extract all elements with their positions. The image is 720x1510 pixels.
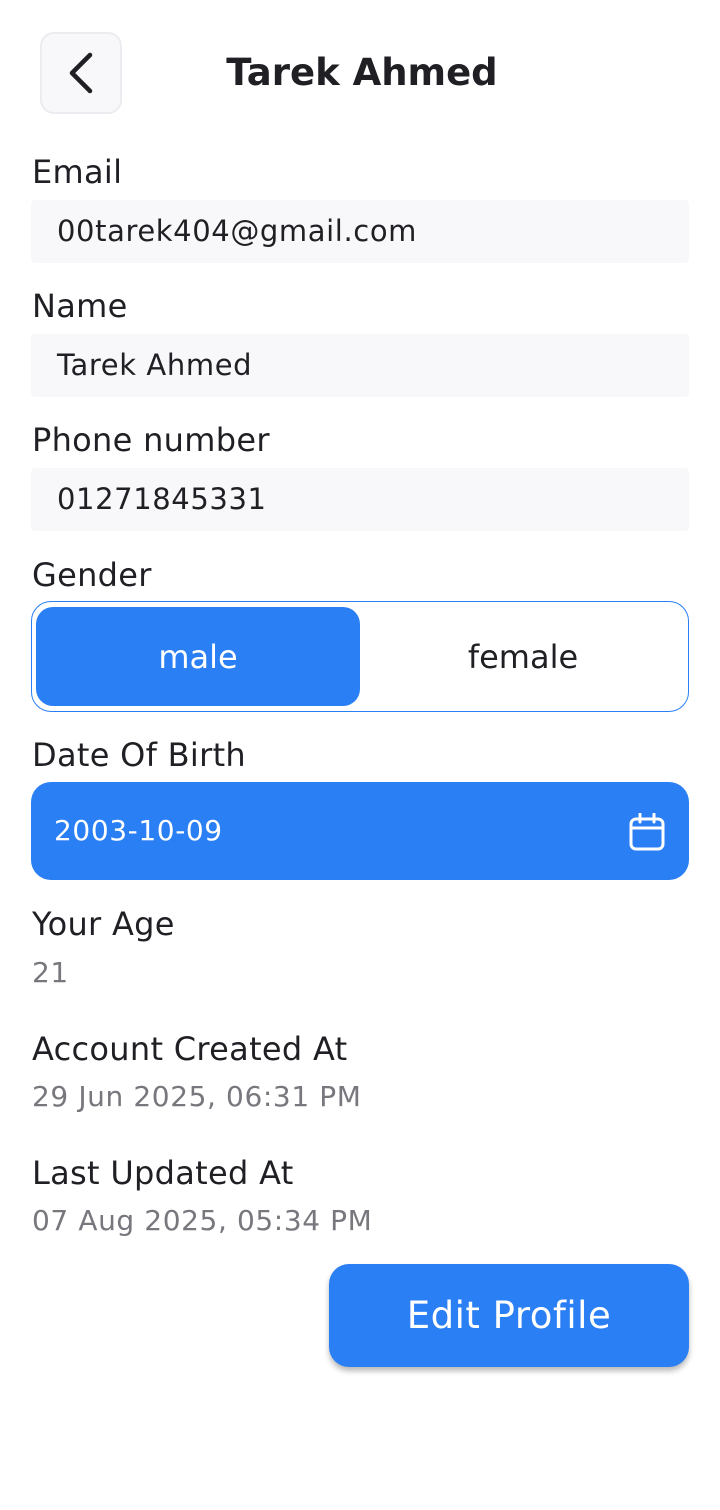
gender-option-female[interactable]: female [362, 607, 684, 706]
page-title: Tarek Ahmed [226, 51, 498, 94]
updated-at-value: 07 Aug 2025, 05:34 PM [32, 1204, 373, 1237]
calendar-icon[interactable] [629, 813, 665, 851]
dob-picker[interactable]: 2003-10-09 [31, 782, 689, 880]
gender-option-male[interactable]: male [36, 607, 360, 706]
gender-label: Gender [32, 556, 152, 594]
name-label: Name [32, 287, 128, 325]
created-at-label: Account Created At [32, 1030, 348, 1068]
dob-value: 2003-10-09 [54, 814, 223, 847]
age-value: 21 [32, 956, 69, 989]
email-field[interactable]: 00tarek404@gmail.com [31, 200, 689, 263]
name-field[interactable]: Tarek Ahmed [31, 334, 689, 397]
phone-label: Phone number [32, 421, 270, 459]
updated-at-label: Last Updated At [32, 1154, 294, 1192]
phone-field[interactable]: 01271845331 [31, 468, 689, 531]
edit-profile-button[interactable]: Edit Profile [329, 1264, 689, 1367]
created-at-value: 29 Jun 2025, 06:31 PM [32, 1080, 362, 1113]
dob-label: Date Of Birth [32, 736, 247, 774]
age-label: Your Age [32, 905, 175, 943]
email-label: Email [32, 153, 123, 191]
gender-toggle: male female [31, 601, 689, 712]
